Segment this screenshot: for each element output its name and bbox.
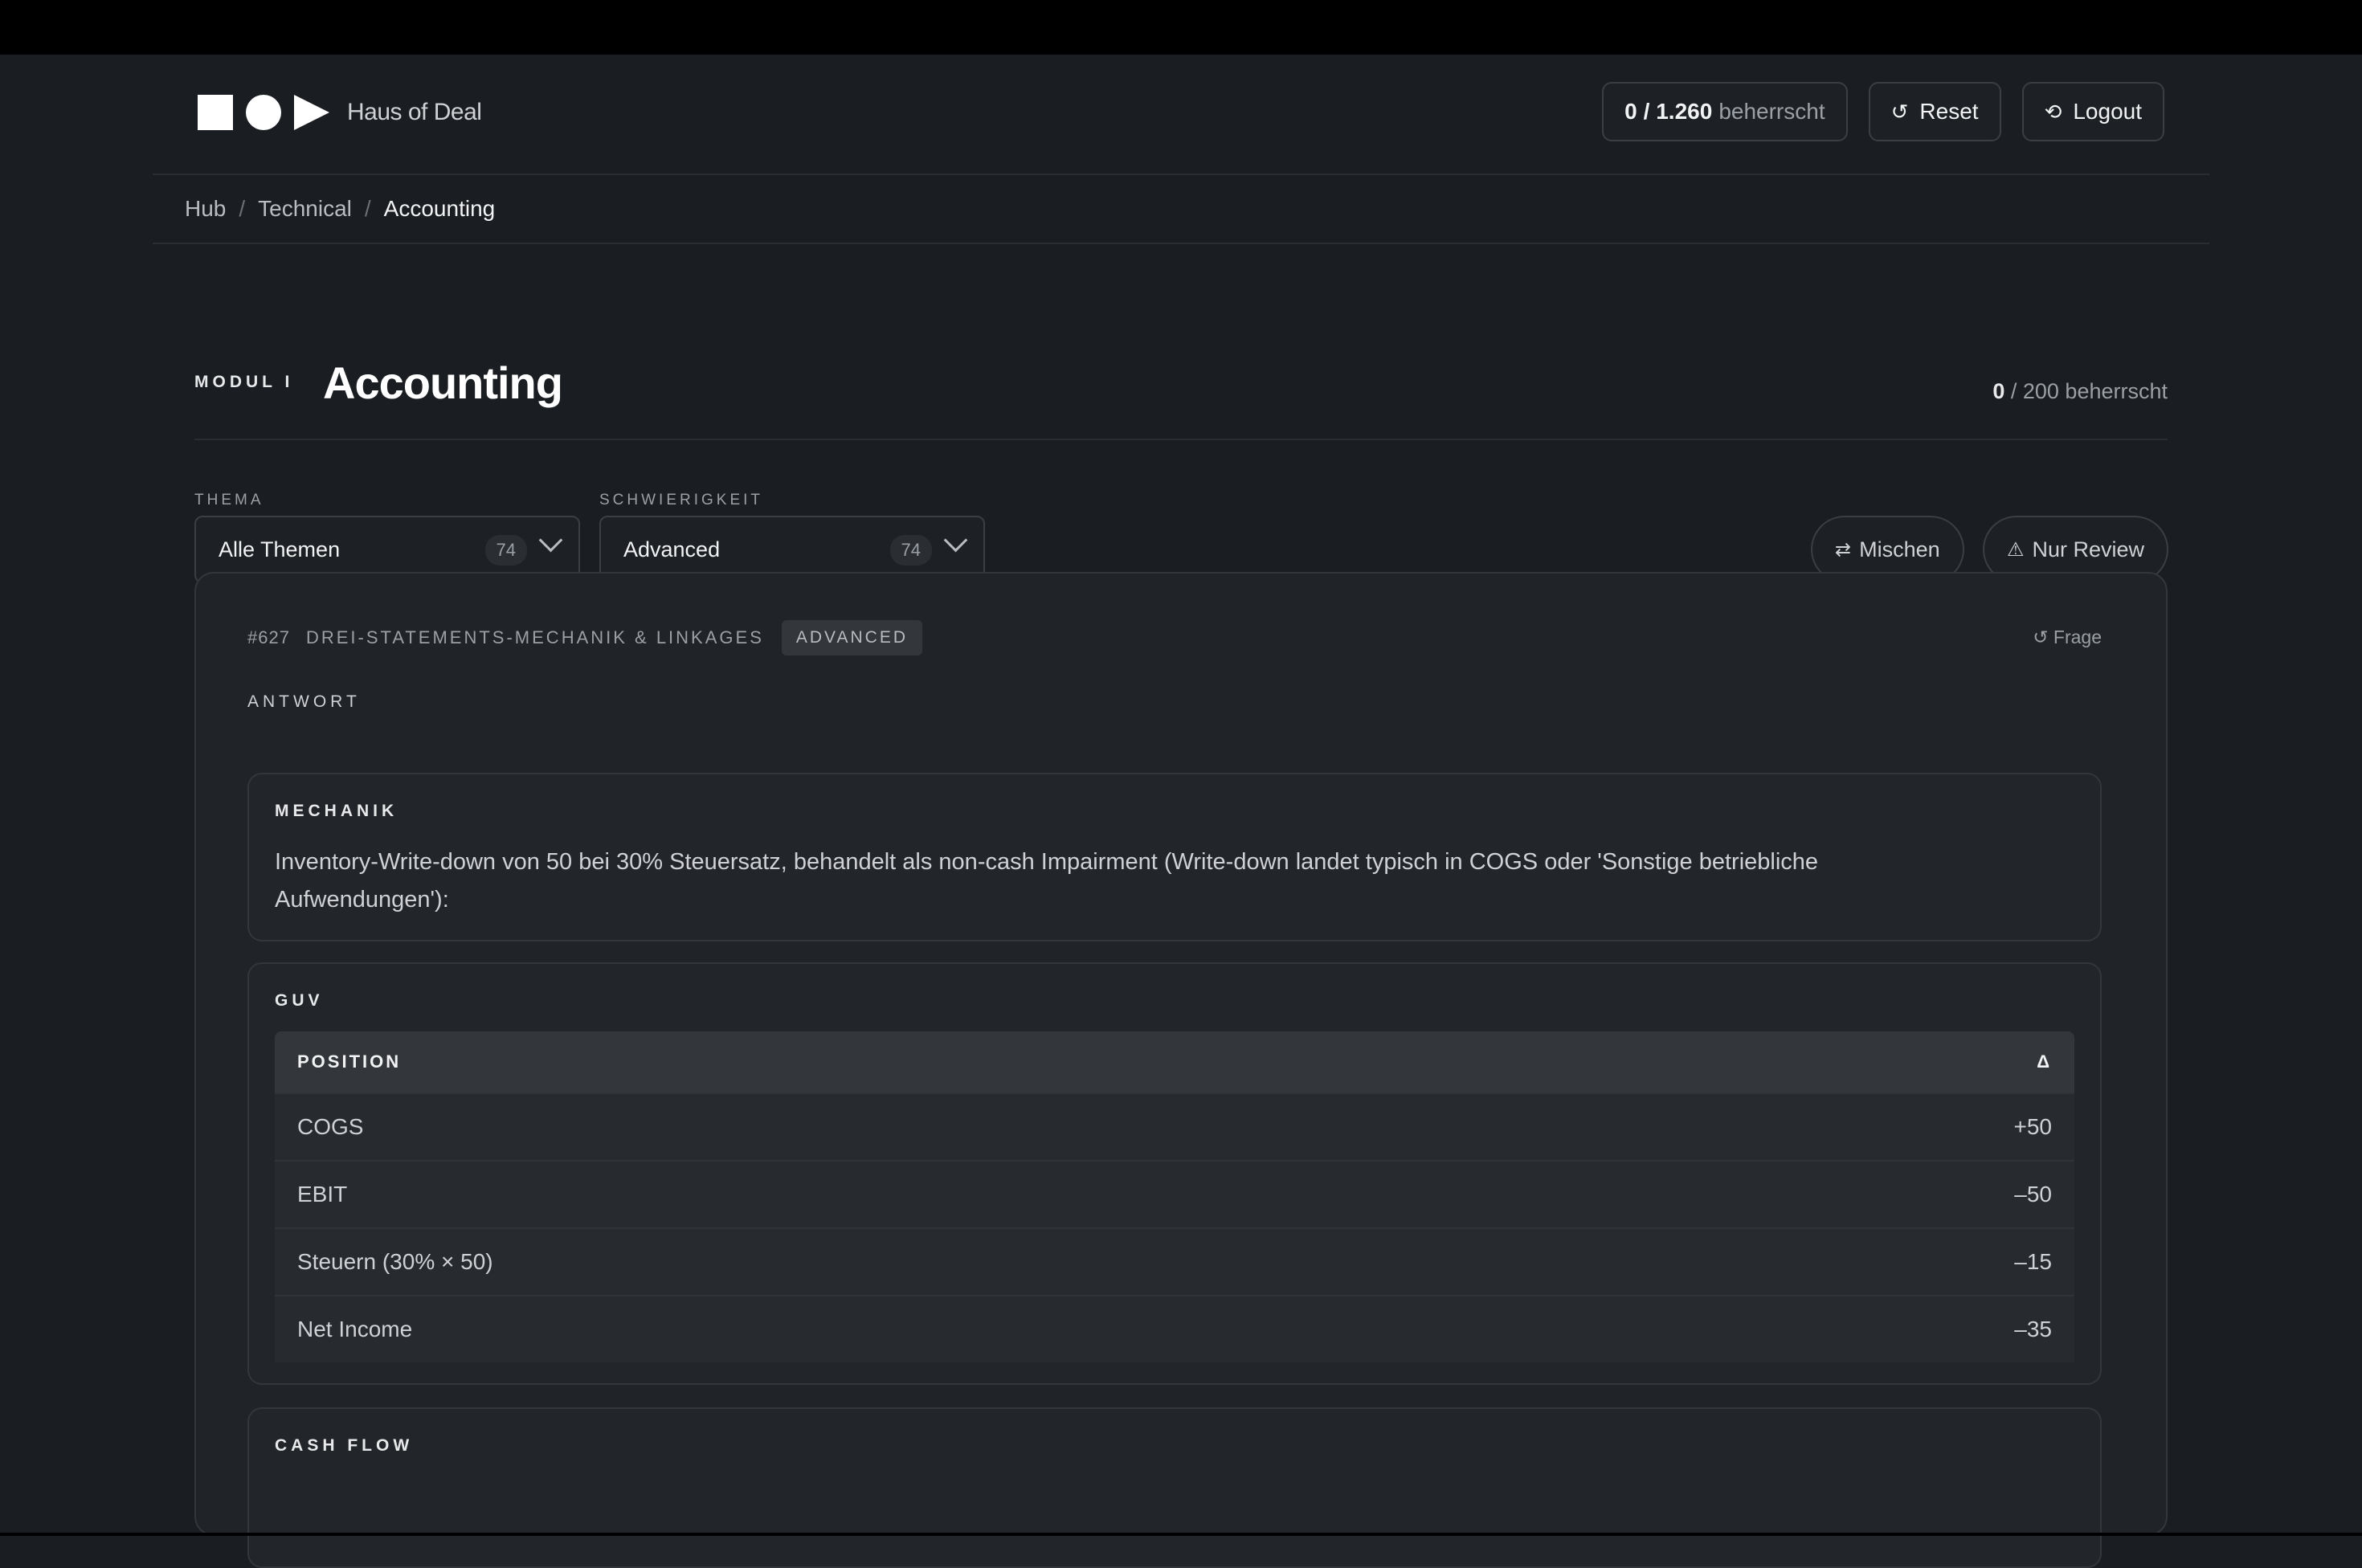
shuffle-icon: ⇄ bbox=[1835, 538, 1852, 561]
schwierigkeit-value: Advanced bbox=[623, 537, 721, 561]
brand-logo[interactable]: Haus of Deal bbox=[198, 95, 482, 130]
square-logo-icon bbox=[198, 95, 233, 130]
frage-label: Frage bbox=[2053, 627, 2102, 647]
reset-label: Reset bbox=[1919, 99, 1979, 124]
guv-section: GUV POSITION Δ COGS +50 EBIT –50 Steuern… bbox=[247, 962, 2102, 1385]
antwort-label: ANTWORT bbox=[247, 692, 361, 711]
question-meta: #627 DREI-STATEMENTS-MECHANIK & LINKAGES… bbox=[247, 620, 923, 655]
logout-button[interactable]: ⟲ Logout bbox=[2021, 82, 2164, 141]
global-progress-badge: 0 / 1.260 beherrscht bbox=[1602, 82, 1848, 141]
module-header: MODUL I Accounting 0 / 200 beherrscht bbox=[153, 244, 2209, 440]
breadcrumb-separator: / bbox=[239, 196, 246, 221]
show-question-button[interactable]: ↺ Frage bbox=[2033, 627, 2102, 648]
cell-position: Steuern (30% × 50) bbox=[275, 1227, 1612, 1296]
difficulty-badge: ADVANCED bbox=[781, 620, 923, 655]
header-actions: 0 / 1.260 beherrscht ↺ Reset ⟲ Logout bbox=[1602, 82, 2164, 141]
brand-name: Haus of Deal bbox=[347, 99, 482, 125]
circle-logo-icon bbox=[246, 95, 281, 130]
thema-count-badge: 74 bbox=[484, 535, 527, 566]
progress-done: 0 bbox=[1624, 99, 1637, 124]
cell-position: EBIT bbox=[275, 1160, 1612, 1228]
table-header-row: POSITION Δ bbox=[275, 1031, 2074, 1093]
table-row: EBIT –50 bbox=[275, 1160, 2074, 1228]
schwierigkeit-count-badge: 74 bbox=[889, 535, 932, 566]
module-progress-rest: / 200 beherrscht bbox=[2010, 379, 2168, 403]
mechanik-label: MECHANIK bbox=[275, 802, 398, 820]
breadcrumb-current: Accounting bbox=[383, 196, 496, 221]
breadcrumb: Hub / Technical / Accounting bbox=[153, 175, 2209, 244]
cashflow-section: CASH FLOW bbox=[247, 1407, 2102, 1568]
logout-icon: ⟲ bbox=[2044, 99, 2062, 124]
schwierigkeit-label: SCHWIERIGKEIT bbox=[599, 492, 764, 508]
mechanik-text: Inventory-Write-down von 50 bei 30% Steu… bbox=[275, 849, 1819, 913]
cell-delta: +50 bbox=[1612, 1092, 2074, 1161]
window-bottom-bar bbox=[0, 1533, 2362, 1536]
app-header: Haus of Deal 0 / 1.260 beherrscht ↺ Rese… bbox=[153, 55, 2209, 175]
cashflow-label: CASH FLOW bbox=[275, 1436, 414, 1455]
column-header-delta: Δ bbox=[1612, 1031, 2074, 1093]
mischen-label: Mischen bbox=[1859, 537, 1940, 561]
triangle-logo-icon bbox=[294, 95, 329, 130]
table-row: COGS +50 bbox=[275, 1092, 2074, 1161]
window-top-bar bbox=[0, 0, 2362, 55]
reset-icon: ↺ bbox=[1890, 99, 1909, 124]
column-header-position: POSITION bbox=[275, 1031, 1612, 1093]
breadcrumb-technical[interactable]: Technical bbox=[258, 196, 352, 222]
warning-icon: ⚠ bbox=[2007, 538, 2025, 561]
logout-label: Logout bbox=[2073, 99, 2142, 124]
progress-total: / 1.260 bbox=[1643, 99, 1713, 124]
question-number: #627 bbox=[247, 627, 290, 647]
mechanik-section: MECHANIK Inventory-Write-down von 50 bei… bbox=[247, 773, 2102, 941]
breadcrumb-separator: / bbox=[364, 196, 371, 221]
app-container: Haus of Deal 0 / 1.260 beherrscht ↺ Rese… bbox=[153, 55, 2209, 620]
question-topic: DREI-STATEMENTS-MECHANIK & LINKAGES bbox=[305, 627, 764, 647]
cell-delta: –35 bbox=[1612, 1295, 2074, 1362]
cell-delta: –50 bbox=[1612, 1160, 2074, 1228]
breadcrumb-hub[interactable]: Hub bbox=[185, 196, 226, 222]
cell-position: COGS bbox=[275, 1092, 1612, 1161]
cell-position: Net Income bbox=[275, 1295, 1612, 1362]
chevron-down-icon bbox=[943, 528, 968, 553]
thema-value: Alle Themen bbox=[219, 537, 341, 561]
question-card: #627 DREI-STATEMENTS-MECHANIK & LINKAGES… bbox=[194, 572, 2168, 1568]
nur-review-label: Nur Review bbox=[2032, 537, 2145, 561]
guv-table: POSITION Δ COGS +50 EBIT –50 Steuern (30… bbox=[275, 1031, 2074, 1362]
reset-button[interactable]: ↺ Reset bbox=[1868, 82, 2001, 141]
chevron-down-icon bbox=[538, 528, 563, 553]
module-progress-done: 0 bbox=[1992, 379, 2005, 403]
table-row: Net Income –35 bbox=[275, 1295, 2074, 1362]
page-title: Accounting bbox=[323, 357, 563, 408]
progress-suffix: beherrscht bbox=[1718, 99, 1825, 124]
table-row: Steuern (30% × 50) –15 bbox=[275, 1227, 2074, 1296]
thema-label: THEMA bbox=[194, 492, 264, 508]
cell-delta: –15 bbox=[1612, 1227, 2074, 1296]
guv-label: GUV bbox=[275, 991, 324, 1010]
module-label: MODUL I bbox=[194, 373, 294, 391]
reset-icon: ↺ bbox=[2033, 627, 2049, 647]
module-progress: 0 / 200 beherrscht bbox=[1992, 379, 2168, 404]
